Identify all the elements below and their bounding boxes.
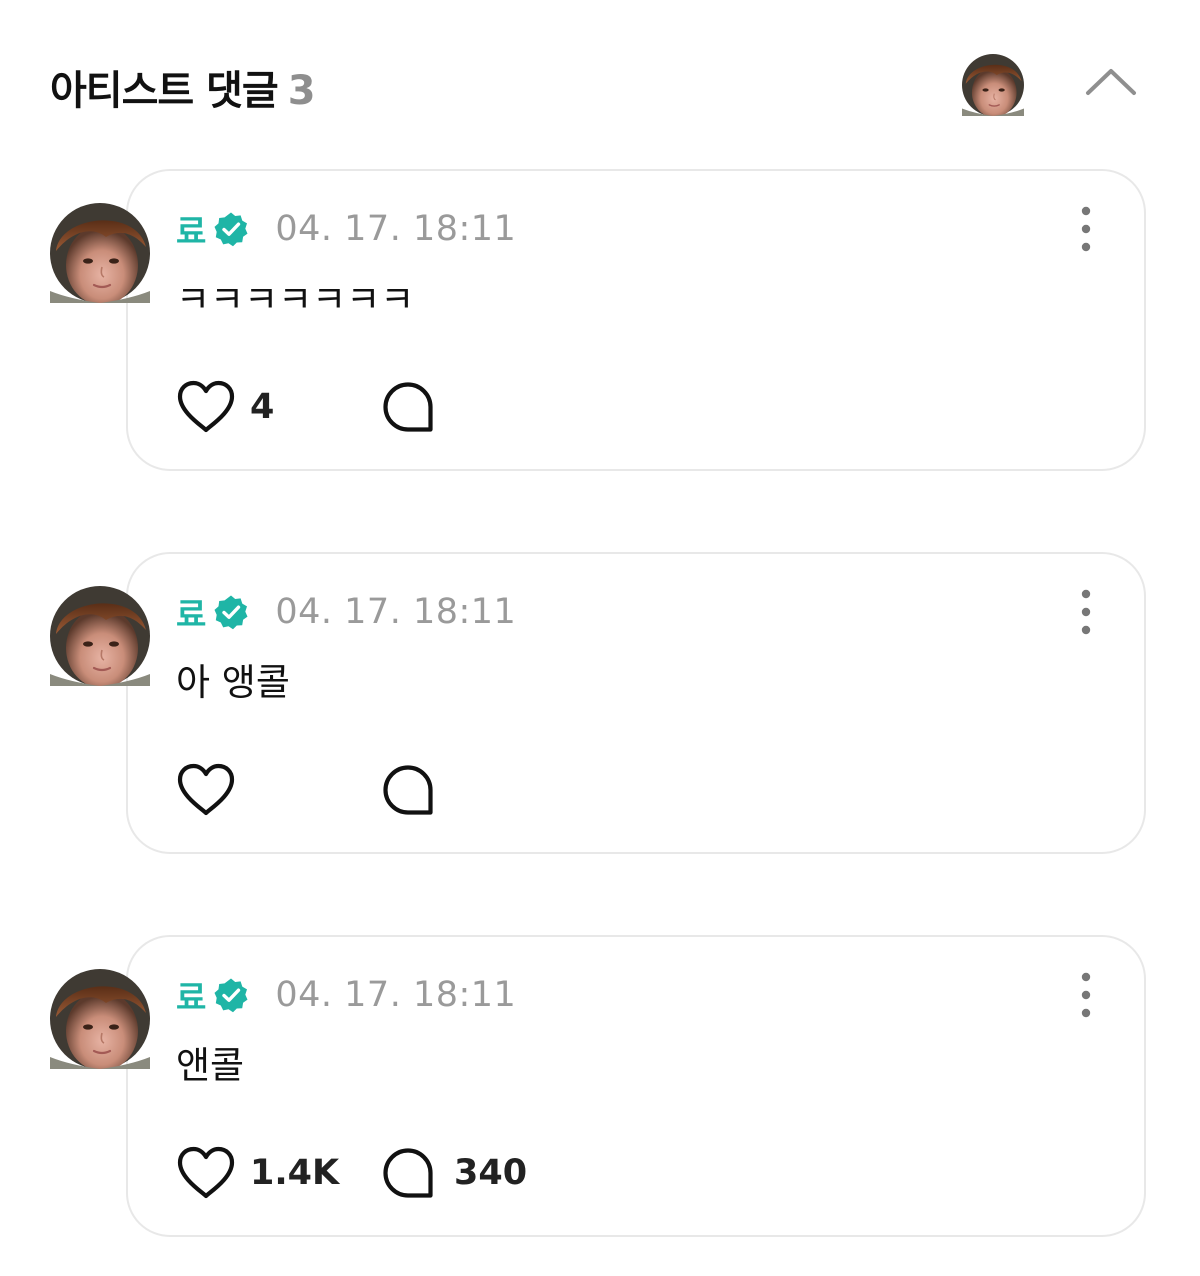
more-options-button[interactable] <box>1068 205 1104 253</box>
comment-timestamp: 04. 17. 18:11 <box>275 209 517 249</box>
comment-actions <box>176 762 876 818</box>
heart-icon <box>176 379 236 435</box>
comment-actions: 4 <box>176 379 876 435</box>
comment-item: 료 04. 17. 18:11 아 앵콜 <box>0 552 1200 862</box>
collapse-button[interactable] <box>1082 62 1140 102</box>
verified-badge-icon <box>213 977 250 1013</box>
reply-button[interactable] <box>382 379 454 435</box>
author-avatar[interactable] <box>50 203 150 303</box>
more-vertical-icon <box>1081 972 1091 1018</box>
comment-bubble-icon <box>382 1147 434 1199</box>
section-title-label: 아티스트 댓글 <box>50 68 279 114</box>
artist-avatar[interactable] <box>962 54 1024 116</box>
comment-item: 료 04. 17. 18:11 ㅋㅋㅋㅋㅋㅋㅋ 4 <box>0 169 1200 479</box>
comment-text: 앤콜 <box>176 1044 245 1087</box>
more-options-button[interactable] <box>1068 588 1104 636</box>
heart-icon <box>176 762 236 818</box>
more-vertical-icon <box>1081 589 1091 635</box>
like-button[interactable]: 1.4K <box>176 1145 339 1201</box>
comment-count: 3 <box>287 68 316 114</box>
comment-bubble-icon <box>382 381 434 433</box>
verified-badge-icon <box>213 211 250 247</box>
comment-meta: 료 04. 17. 18:11 <box>176 971 516 1019</box>
heart-icon <box>176 1145 236 1201</box>
comment-actions: 1.4K 340 <box>176 1145 876 1201</box>
reply-count: 340 <box>454 1153 528 1193</box>
reply-button[interactable]: 340 <box>382 1145 527 1201</box>
comment-item: 료 04. 17. 18:11 앤콜 1.4K 340 <box>0 935 1200 1245</box>
comment-text: 아 앵콜 <box>176 661 290 704</box>
comment-bubble-icon <box>382 764 434 816</box>
author-name[interactable]: 료 <box>176 588 206 636</box>
comment-text: ㅋㅋㅋㅋㅋㅋㅋ <box>176 278 415 321</box>
comment-meta: 료 04. 17. 18:11 <box>176 205 516 253</box>
like-button[interactable]: 4 <box>176 379 274 435</box>
like-button[interactable] <box>176 762 250 818</box>
section-title: 아티스트 댓글 3 <box>50 58 316 116</box>
author-name[interactable]: 료 <box>176 205 206 253</box>
like-count: 4 <box>250 387 275 427</box>
more-vertical-icon <box>1081 206 1091 252</box>
comment-meta: 료 04. 17. 18:11 <box>176 588 516 636</box>
reply-button[interactable] <box>382 762 454 818</box>
author-avatar[interactable] <box>50 586 150 686</box>
author-name[interactable]: 료 <box>176 971 206 1019</box>
like-count: 1.4K <box>250 1153 340 1193</box>
author-avatar[interactable] <box>50 969 150 1069</box>
comment-timestamp: 04. 17. 18:11 <box>275 975 517 1015</box>
more-options-button[interactable] <box>1068 971 1104 1019</box>
verified-badge-icon <box>213 594 250 630</box>
artist-comments-header: 아티스트 댓글 3 <box>0 0 1200 170</box>
comment-timestamp: 04. 17. 18:11 <box>275 592 517 632</box>
chevron-up-icon <box>1086 69 1136 95</box>
